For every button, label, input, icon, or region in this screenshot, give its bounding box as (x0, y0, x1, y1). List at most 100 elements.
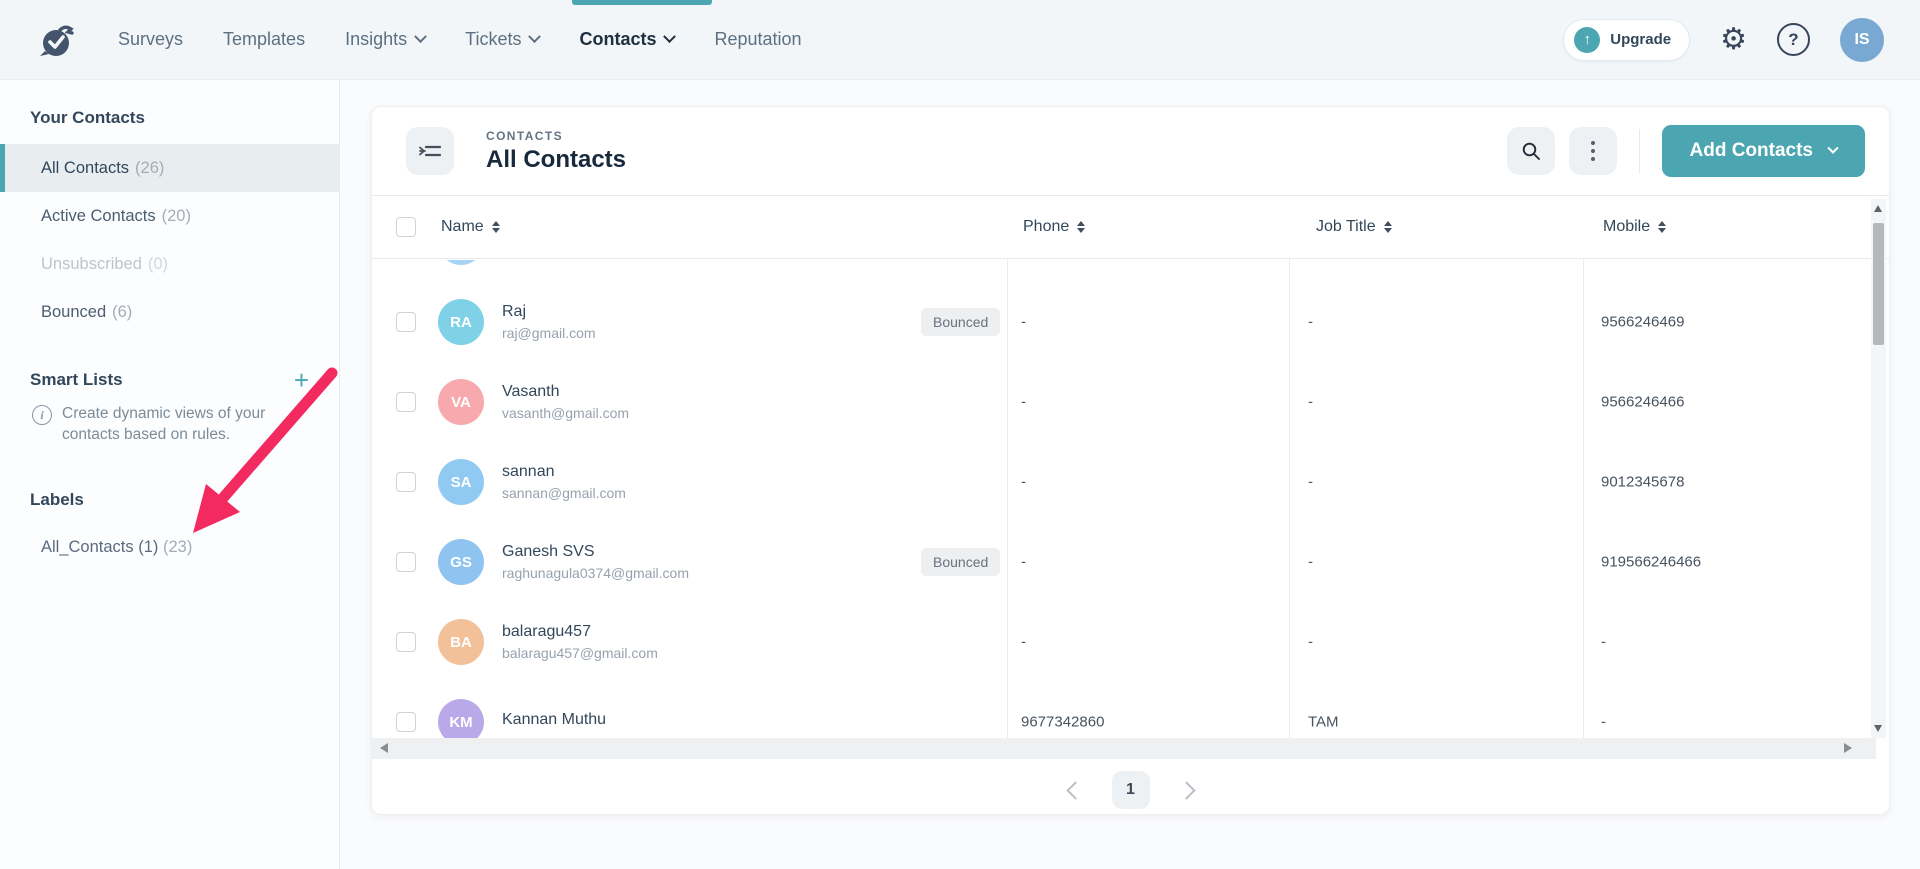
contact-email: balaragu457@gmail.com (502, 645, 658, 661)
previous-page-chevron[interactable] (1066, 781, 1084, 799)
avatar: KM (438, 699, 484, 738)
mobile-cell: 9566246469 (1601, 314, 1684, 331)
job-title-cell: - (1308, 634, 1313, 651)
table-row[interactable]: RA Raj raj@gmail.com Bounced - - 9566246… (372, 282, 1889, 362)
info-icon: i (32, 405, 52, 425)
label-item-text: All_Contacts (1) (41, 538, 158, 556)
column-header-name[interactable]: Name (441, 196, 500, 258)
status-badge: Bounced (921, 308, 1000, 336)
table-row[interactable]: SA sannan sannan@gmail.com - - 901234567… (372, 442, 1889, 522)
smart-lists-info: i Create dynamic views of your contacts … (32, 404, 339, 446)
label-item-count: (23) (163, 538, 192, 556)
sidebar-item-all-contacts[interactable]: All Contacts (26) (0, 144, 339, 192)
panel-title: All Contacts (486, 146, 626, 174)
avatar: RA (438, 299, 484, 345)
column-header-job-title[interactable]: Job Title (1316, 196, 1392, 258)
mobile-cell: - (1601, 634, 1606, 651)
table-row[interactable]: BA balaragu457 balaragu457@gmail.com - -… (372, 602, 1889, 682)
chevron-down-icon (664, 30, 677, 43)
panel-header: CONTACTS All Contacts Add Contacts (372, 107, 1889, 195)
sort-icon (1077, 221, 1085, 233)
contact-email: vasanth@gmail.com (502, 405, 629, 421)
row-checkbox[interactable] (396, 552, 416, 572)
sort-icon (492, 221, 500, 233)
row-checkbox[interactable] (396, 472, 416, 492)
column-header-phone[interactable]: Phone (1023, 196, 1085, 258)
mobile-cell: 9566246466 (1601, 394, 1684, 411)
sidebar-item-bounced[interactable]: Bounced (6) (0, 288, 339, 336)
contact-name: Raj (502, 303, 596, 321)
sort-icon (1384, 221, 1392, 233)
settings-gear-icon[interactable]: ⚙ (1720, 25, 1747, 55)
row-checkbox[interactable] (396, 392, 416, 412)
table-row[interactable]: KM Kannan Muthu 9677342860 TAM - (372, 682, 1889, 738)
collapse-list-icon (417, 138, 443, 164)
upgrade-button[interactable]: ↑ Upgrade (1563, 19, 1690, 61)
contacts-sidebar: Your Contacts All Contacts (26) Active C… (0, 80, 340, 869)
mobile-cell: 919566246466 (1601, 554, 1701, 571)
scroll-right-arrow-icon[interactable] (1844, 743, 1852, 753)
next-page-chevron[interactable] (1177, 781, 1195, 799)
nav-item-surveys[interactable]: Surveys (118, 29, 183, 50)
nav-item-templates[interactable]: Templates (223, 29, 305, 50)
scroll-down-arrow-icon[interactable] (1874, 725, 1882, 732)
nav-item-insights[interactable]: Insights (345, 29, 425, 50)
column-label: Name (441, 218, 484, 236)
nav-label: Contacts (579, 29, 656, 50)
all-contacts-panel: CONTACTS All Contacts Add Contacts Nam (371, 106, 1890, 815)
help-icon[interactable]: ? (1777, 23, 1810, 56)
nav-item-reputation[interactable]: Reputation (714, 29, 801, 50)
table-row[interactable]: VA Vasanth vasanth@gmail.com - - 9566246… (372, 362, 1889, 442)
sidebar-item-unsubscribed[interactable]: Unsubscribed (0) (0, 240, 339, 288)
sidebar-item-count: (0) (148, 255, 168, 274)
contact-email: raj@gmail.com (502, 325, 596, 341)
vertical-scrollbar[interactable] (1871, 199, 1886, 738)
user-avatar[interactable]: IS (1840, 18, 1884, 62)
more-options-button[interactable] (1569, 127, 1617, 175)
contact-name: Kannan Muthu (502, 711, 606, 729)
contact-email: raghunagula0374@gmail.com (502, 565, 689, 581)
phone-cell: - (1021, 554, 1026, 571)
row-checkbox[interactable] (396, 632, 416, 652)
search-button[interactable] (1507, 127, 1555, 175)
sidebar-item-active-contacts[interactable]: Active Contacts (20) (0, 192, 339, 240)
table-row[interactable]: GS Ganesh SVS raghunagula0374@gmail.com … (372, 522, 1889, 602)
horizontal-scrollbar[interactable] (372, 738, 1876, 759)
phone-cell: - (1021, 394, 1026, 411)
table-body: ganeshsv@surveysparrow.com RA Raj raj@gm… (372, 260, 1889, 738)
row-checkbox[interactable] (396, 712, 416, 732)
contact-email: sannan@gmail.com (502, 485, 626, 501)
labels-title: Labels (30, 490, 339, 510)
nav-item-contacts[interactable]: Contacts (579, 29, 674, 50)
vertical-scrollbar-thumb[interactable] (1873, 223, 1884, 345)
sidebar-item-label: Unsubscribed (41, 255, 142, 274)
label-item-all-contacts[interactable]: All_Contacts (1) (23) (41, 538, 339, 557)
surveysparrow-logo[interactable] (34, 17, 80, 63)
scroll-left-arrow-icon[interactable] (380, 743, 388, 753)
sidebar-item-label: Active Contacts (41, 207, 156, 226)
avatar: VA (438, 379, 484, 425)
page-number-button[interactable]: 1 (1112, 771, 1150, 809)
nav-item-tickets[interactable]: Tickets (465, 29, 539, 50)
nav-label: Tickets (465, 29, 521, 50)
column-label: Job Title (1316, 218, 1376, 236)
add-contacts-button[interactable]: Add Contacts (1662, 125, 1866, 177)
phone-cell: - (1021, 474, 1026, 491)
job-title-cell: - (1308, 394, 1313, 411)
table-header: Name Phone Job Title Mobile (372, 195, 1889, 259)
column-header-mobile[interactable]: Mobile (1603, 196, 1666, 258)
status-badge: Bounced (921, 548, 1000, 576)
table-row[interactable]: ganeshsv@surveysparrow.com (372, 260, 1889, 282)
sparrow-logo-icon (35, 18, 79, 62)
chevron-down-icon (414, 30, 427, 43)
pagination: 1 (372, 768, 1889, 812)
column-label: Mobile (1603, 218, 1650, 236)
scroll-up-arrow-icon[interactable] (1874, 205, 1882, 212)
add-smart-list-button[interactable]: + (294, 370, 309, 390)
select-all-checkbox[interactable] (396, 217, 416, 237)
collapse-list-button[interactable] (406, 127, 454, 175)
avatar (438, 260, 484, 265)
avatar: SA (438, 459, 484, 505)
sort-icon (1658, 221, 1666, 233)
row-checkbox[interactable] (396, 312, 416, 332)
